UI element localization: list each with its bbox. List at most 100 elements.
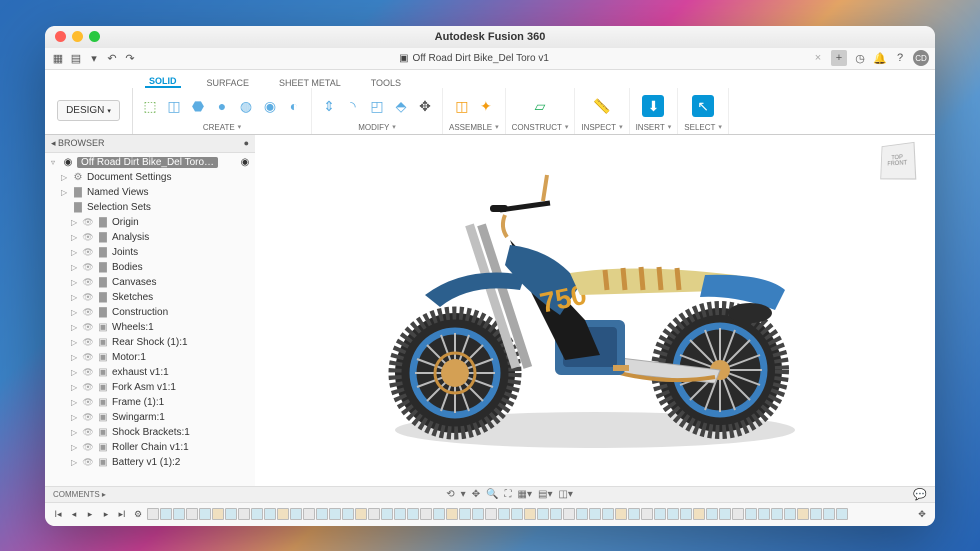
extensions-icon[interactable]: ◷ bbox=[853, 51, 867, 65]
select-label[interactable]: SELECT bbox=[684, 123, 722, 132]
maximize-window-button[interactable] bbox=[89, 31, 100, 42]
timeline-next-icon[interactable]: ▸ bbox=[99, 507, 113, 521]
new-sketch-icon[interactable]: ⬚ bbox=[139, 95, 161, 117]
visibility-icon[interactable]: 👁 bbox=[82, 261, 94, 273]
expand-icon[interactable]: ▿ bbox=[51, 158, 59, 167]
timeline-feature[interactable] bbox=[238, 508, 250, 520]
timeline-feature[interactable] bbox=[459, 508, 471, 520]
box-icon[interactable]: ◫ bbox=[163, 95, 185, 117]
visibility-icon[interactable]: 👁 bbox=[82, 381, 94, 393]
browser-settings-icon[interactable]: ● bbox=[244, 138, 249, 148]
timeline-feature[interactable] bbox=[615, 508, 627, 520]
timeline-feature[interactable] bbox=[589, 508, 601, 520]
tree-row[interactable]: ▷👁▣Swingarm:1 bbox=[45, 410, 255, 425]
timeline-feature[interactable] bbox=[745, 508, 757, 520]
tree-root[interactable]: ▿ ◉ Off Road Dirt Bike_Del Toro… ◉ bbox=[45, 155, 255, 170]
timeline-play-icon[interactable]: ▸ bbox=[83, 507, 97, 521]
visibility-icon[interactable]: 👁 bbox=[82, 291, 94, 303]
tab-surface[interactable]: SURFACE bbox=[203, 78, 254, 88]
timeline-feature[interactable] bbox=[173, 508, 185, 520]
tab-solid[interactable]: SOLID bbox=[145, 76, 181, 88]
expand-icon[interactable]: ▷ bbox=[71, 218, 79, 227]
visibility-icon[interactable]: 👁 bbox=[82, 456, 94, 468]
insert-icon[interactable]: ⬇ bbox=[642, 95, 664, 117]
expand-icon[interactable]: ▷ bbox=[61, 173, 69, 182]
tree-row[interactable]: ▷👁▣Battery v1 (1):2 bbox=[45, 455, 255, 470]
timeline-feature[interactable] bbox=[654, 508, 666, 520]
measure-icon[interactable]: 📏 bbox=[591, 95, 613, 117]
tree-row[interactable]: ▷👁▇Origin bbox=[45, 215, 255, 230]
coil-icon[interactable]: ◉ bbox=[259, 95, 281, 117]
tree-row[interactable]: ▷👁▣exhaust v1:1 bbox=[45, 365, 255, 380]
expand-icon[interactable]: ▷ bbox=[71, 398, 79, 407]
expand-icon[interactable]: ▷ bbox=[71, 413, 79, 422]
visibility-icon[interactable]: 👁 bbox=[82, 276, 94, 288]
tree-row[interactable]: ▷⚙Document Settings bbox=[45, 170, 255, 185]
comments-toggle[interactable]: COMMENTS ▸ bbox=[53, 490, 106, 499]
select-icon[interactable]: ↖ bbox=[692, 95, 714, 117]
browser-header[interactable]: ◂ BROWSER ● bbox=[45, 135, 255, 153]
visibility-icon[interactable]: 👁 bbox=[82, 246, 94, 258]
tree-row[interactable]: ▷👁▇Bodies bbox=[45, 260, 255, 275]
visibility-icon[interactable]: 👁 bbox=[82, 231, 94, 243]
visibility-icon[interactable]: 👁 bbox=[82, 366, 94, 378]
tab-sheet-metal[interactable]: SHEET METAL bbox=[275, 78, 345, 88]
timeline-feature[interactable] bbox=[394, 508, 406, 520]
expand-icon[interactable]: ▷ bbox=[71, 263, 79, 272]
timeline-feature[interactable] bbox=[316, 508, 328, 520]
visibility-icon[interactable]: 👁 bbox=[82, 411, 94, 423]
timeline-feature[interactable] bbox=[667, 508, 679, 520]
plane-icon[interactable]: ▱ bbox=[529, 95, 551, 117]
save-icon[interactable]: ▾ bbox=[87, 51, 101, 65]
timeline-feature[interactable] bbox=[329, 508, 341, 520]
minimize-window-button[interactable] bbox=[72, 31, 83, 42]
timeline-expand-icon[interactable]: ✥ bbox=[915, 507, 929, 521]
timeline-feature[interactable] bbox=[641, 508, 653, 520]
timeline-feature[interactable] bbox=[498, 508, 510, 520]
timeline-prev-icon[interactable]: ◂ bbox=[67, 507, 81, 521]
visibility-icon[interactable]: 👁 bbox=[82, 306, 94, 318]
viewcube[interactable]: TOP FRONT bbox=[879, 143, 923, 187]
timeline-feature[interactable] bbox=[784, 508, 796, 520]
timeline-feature[interactable] bbox=[563, 508, 575, 520]
redo-icon[interactable]: ↷ bbox=[123, 51, 137, 65]
timeline-feature[interactable] bbox=[719, 508, 731, 520]
timeline-feature[interactable] bbox=[264, 508, 276, 520]
expand-icon[interactable]: ▷ bbox=[71, 443, 79, 452]
modify-label[interactable]: MODIFY bbox=[358, 123, 396, 132]
construct-label[interactable]: CONSTRUCT bbox=[512, 123, 569, 132]
timeline-end-icon[interactable]: ▸I bbox=[115, 507, 129, 521]
expand-icon[interactable]: ▷ bbox=[71, 308, 79, 317]
zoom-icon[interactable]: 🔍 bbox=[486, 489, 498, 500]
timeline-feature[interactable] bbox=[186, 508, 198, 520]
timeline-feature[interactable] bbox=[524, 508, 536, 520]
tree-row[interactable]: ▷👁▣Shock Brackets:1 bbox=[45, 425, 255, 440]
tree-row[interactable]: ▷👁▣Rear Shock (1):1 bbox=[45, 335, 255, 350]
visibility-icon[interactable]: 👁 bbox=[82, 426, 94, 438]
visibility-icon[interactable]: 👁 bbox=[82, 321, 94, 333]
timeline-feature[interactable] bbox=[225, 508, 237, 520]
user-avatar[interactable]: CD bbox=[913, 50, 929, 66]
workspace-switcher[interactable]: DESIGN▾ bbox=[45, 88, 133, 134]
expand-icon[interactable]: ▷ bbox=[71, 233, 79, 242]
timeline-feature[interactable] bbox=[771, 508, 783, 520]
timeline-feature[interactable] bbox=[680, 508, 692, 520]
tree-row[interactable]: ▷👁▇Canvases bbox=[45, 275, 255, 290]
tree-row[interactable]: ▷👁▣Fork Asm v1:1 bbox=[45, 380, 255, 395]
timeline-feature[interactable] bbox=[212, 508, 224, 520]
timeline-feature[interactable] bbox=[147, 508, 159, 520]
expand-icon[interactable]: ▷ bbox=[71, 248, 79, 257]
new-component-icon[interactable]: ◫ bbox=[451, 95, 473, 117]
visibility-icon[interactable]: 👁 bbox=[82, 216, 94, 228]
display-icon[interactable]: ▦▾ bbox=[518, 489, 532, 500]
timeline-feature[interactable] bbox=[628, 508, 640, 520]
fit-icon[interactable]: ⛶ bbox=[505, 489, 512, 500]
timeline-feature[interactable] bbox=[485, 508, 497, 520]
expand-icon[interactable]: ▷ bbox=[61, 188, 69, 197]
cylinder-icon[interactable]: ⬣ bbox=[187, 95, 209, 117]
timeline-feature[interactable] bbox=[693, 508, 705, 520]
tree-row[interactable]: ▷👁▣Roller Chain v1:1 bbox=[45, 440, 255, 455]
timeline-feature[interactable] bbox=[381, 508, 393, 520]
timeline-feature[interactable] bbox=[342, 508, 354, 520]
timeline-feature[interactable] bbox=[368, 508, 380, 520]
